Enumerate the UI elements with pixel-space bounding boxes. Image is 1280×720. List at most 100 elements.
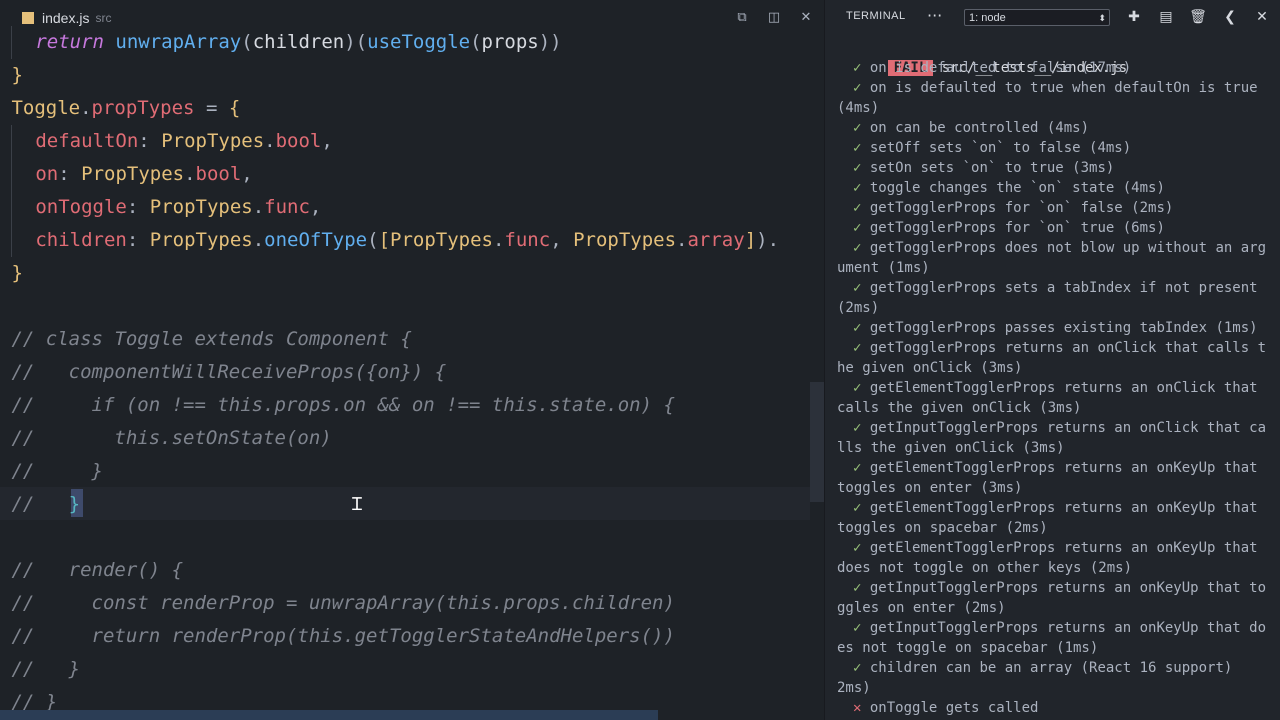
code-token: ( [367, 229, 379, 251]
code-line[interactable] [0, 290, 822, 323]
line-padding [0, 295, 11, 317]
code-token: PropTypes [573, 229, 677, 251]
split-terminal-icon[interactable]: ▤ [1157, 8, 1175, 26]
code-line[interactable]: // const renderProp = unwrapArray(this.p… [0, 587, 822, 620]
chevron-left-icon[interactable]: ❮ [1221, 8, 1239, 26]
code-line[interactable]: // componentWillReceiveProps({on}) { [0, 356, 822, 389]
code-token: children [252, 31, 345, 53]
code-line[interactable]: onToggle: PropTypes.func, [0, 191, 822, 224]
test-result-line: ✓ getTogglerProps returns an onClick tha… [853, 338, 1280, 358]
code-token: )) [538, 31, 562, 53]
code-line[interactable]: // } [0, 488, 822, 521]
close-icon[interactable]: ✕ [797, 9, 815, 27]
code-token: . [80, 97, 92, 119]
code-token: } [68, 493, 81, 515]
code-token: on [35, 163, 59, 185]
test-result-line: ✓ getTogglerProps sets a tabIndex if not… [853, 278, 1280, 298]
test-result-text: does not toggle on other keys (2ms) [837, 560, 1133, 576]
code-line[interactable]: // this.setOnState(on) [0, 422, 822, 455]
open-preview-icon[interactable]: ⧉ [733, 9, 751, 27]
code-token: // } [11, 658, 81, 680]
test-result-line: does not toggle on other keys (2ms) [837, 558, 1277, 578]
test-result-text: on is defaulted to false (17ms) [861, 60, 1132, 76]
terminal-select[interactable]: 1: node ⬍ [964, 9, 1110, 26]
code-token: // if (on !== this.props.on && on !== th… [11, 394, 675, 416]
test-result-line: ✓ getInputTogglerProps returns an onKeyU… [853, 618, 1280, 638]
test-result-text: setOn sets `on` to true (3ms) [861, 160, 1115, 176]
tab-path: src [95, 10, 112, 25]
close-panel-icon[interactable]: ✕ [1253, 8, 1271, 26]
line-padding [0, 130, 11, 152]
code-token: . [676, 229, 688, 251]
code-line[interactable]: // } [0, 455, 822, 488]
line-padding [0, 394, 11, 416]
code-line[interactable]: return unwrapArray(children)(useToggle(p… [0, 26, 822, 59]
code-token: PropTypes [149, 196, 253, 218]
test-result-line: ✓ setOff sets `on` to false (4ms) [853, 138, 1280, 158]
test-result-line: lls the given onClick (3ms) [837, 438, 1277, 458]
code-token: . [492, 229, 505, 251]
test-result-line: ✓ on can be controlled (4ms) [853, 118, 1280, 138]
code-token: onToggle [35, 196, 127, 218]
terminal-header: TERMINAL ··· 1: node ⬍ ✚ ▤ 🗑 ❮ ✕ [825, 0, 1280, 35]
test-result-text: lls the given onClick (3ms) [837, 440, 1065, 456]
test-result-text: getElementTogglerProps returns an onClic… [861, 380, 1258, 396]
indent-guide [11, 224, 35, 257]
test-result-text: toggles on spacebar (2ms) [837, 520, 1048, 536]
test-result-text: he given onClick (3ms) [837, 360, 1023, 376]
kill-terminal-icon[interactable]: 🗑 [1189, 8, 1207, 26]
editor-scrollbar[interactable] [810, 382, 824, 502]
code-line[interactable]: defaultOn: PropTypes.bool, [0, 125, 822, 158]
code-line[interactable]: // } [0, 653, 822, 686]
test-result-line: ✓ getElementTogglerProps returns an onCl… [853, 378, 1280, 398]
code-token: : [126, 196, 150, 218]
code-line[interactable]: on: PropTypes.bool, [0, 158, 822, 191]
test-result-line: he given onClick (3ms) [837, 358, 1277, 378]
code-line[interactable]: } [0, 59, 822, 92]
code-token: = [194, 97, 229, 119]
test-result-text: 2ms) [837, 680, 871, 696]
test-result-text: toggle changes the `on` state (4ms) [861, 180, 1165, 196]
split-editor-icon[interactable]: ◫ [765, 9, 783, 27]
code-line[interactable]: children: PropTypes.oneOfType([PropTypes… [0, 224, 822, 257]
more-actions-icon[interactable]: ··· [927, 6, 942, 25]
code-line[interactable] [0, 521, 822, 554]
indent-guide [11, 158, 35, 191]
terminal-panel[interactable]: TERMINAL ··· 1: node ⬍ ✚ ▤ 🗑 ❮ ✕ FAIL sr… [824, 0, 1280, 720]
code-token: // componentWillReceiveProps({on}) { [11, 361, 447, 383]
code-token: propTypes [91, 97, 195, 119]
code-line[interactable]: // class Toggle extends Component { [0, 323, 822, 356]
test-result-text: onToggle gets called [861, 700, 1039, 716]
code-token: [ [378, 229, 391, 251]
code-token: array [687, 229, 745, 251]
code-token: { [228, 97, 241, 119]
code-token: } [11, 64, 23, 86]
test-result-text: (4ms) [837, 100, 880, 116]
text-cursor-icon: Ɪ [352, 494, 363, 515]
test-result-line: ✓ getElementTogglerProps returns an onKe… [853, 538, 1280, 558]
code-line[interactable]: Toggle.propTypes = { [0, 92, 822, 125]
test-result-text: getTogglerProps passes existing tabIndex… [861, 320, 1258, 336]
code-token: defaultOn [35, 130, 139, 152]
editor-pane[interactable]: index.js src ⧉ ◫ ✕ return unwrapArray(ch… [0, 0, 824, 720]
terminal-title[interactable]: TERMINAL [846, 10, 906, 22]
test-result-text: getTogglerProps for `on` false (2ms) [861, 200, 1174, 216]
code-line[interactable]: // render() { [0, 554, 822, 587]
editor-horizontal-scrollbar[interactable] [0, 710, 658, 720]
line-padding [0, 658, 11, 680]
code-line[interactable]: // return renderProp(this.getTogglerStat… [0, 620, 822, 653]
code-line[interactable]: // if (on !== this.props.on && on !== th… [0, 389, 822, 422]
test-result-text: children can be an array (React 16 suppo… [861, 660, 1233, 676]
code-token: . [264, 130, 276, 152]
code-line[interactable]: } [0, 257, 822, 290]
line-padding [0, 31, 11, 53]
test-result-text: setOff sets `on` to false (4ms) [861, 140, 1132, 156]
code-token: . [184, 163, 196, 185]
line-padding [0, 427, 11, 449]
test-result-line: ✓ getTogglerProps passes existing tabInd… [853, 318, 1280, 338]
new-terminal-icon[interactable]: ✚ [1125, 8, 1143, 26]
code-token: // const renderProp = unwrapArray(this.p… [11, 592, 675, 614]
test-result-line: ✓ children can be an array (React 16 sup… [853, 658, 1280, 678]
test-result-text: getTogglerProps sets a tabIndex if not p… [861, 280, 1258, 296]
test-result-line: (4ms) [837, 98, 1277, 118]
